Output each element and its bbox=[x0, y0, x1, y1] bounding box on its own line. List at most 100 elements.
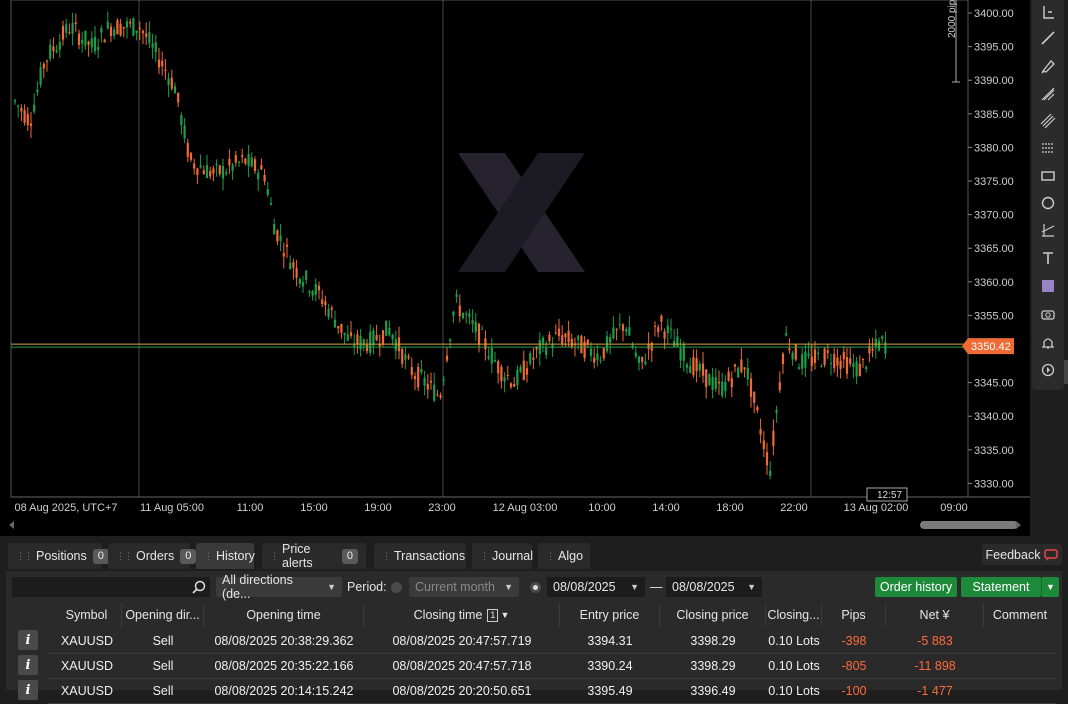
col-comment[interactable]: Comment bbox=[984, 603, 1056, 627]
tool-line[interactable] bbox=[1032, 26, 1064, 50]
candle-body bbox=[839, 360, 842, 369]
candle-body bbox=[497, 361, 500, 374]
col-closing-volume[interactable]: Closing... bbox=[766, 603, 822, 627]
chevron-down-icon: ▼ bbox=[747, 582, 756, 592]
filter-bar: All directions (de... ▼ Period: Current m… bbox=[6, 571, 1062, 601]
tab-algo[interactable]: ⋮ Algo bbox=[538, 543, 590, 569]
candle-body bbox=[465, 313, 468, 315]
tool-fibonacci[interactable] bbox=[1032, 82, 1064, 106]
candle-body bbox=[791, 352, 794, 360]
chart-scrollbar[interactable] bbox=[8, 518, 1022, 530]
cell-closing-time: 08/08/2025 20:47:57.719 bbox=[392, 633, 532, 648]
cell-comment bbox=[984, 653, 1056, 678]
candle-body bbox=[676, 336, 679, 347]
order-history-button[interactable]: Order history bbox=[875, 577, 957, 597]
col-entry-price[interactable]: Entry price bbox=[560, 603, 660, 627]
y-tick-label: 3340.00 bbox=[974, 411, 1014, 423]
tool-camera[interactable] bbox=[1032, 302, 1064, 326]
col-opening-direction[interactable]: Opening dir... bbox=[122, 603, 204, 627]
candle-body bbox=[471, 320, 474, 324]
candle-body bbox=[193, 163, 196, 169]
collapse-handle[interactable] bbox=[1064, 360, 1068, 384]
candle-body bbox=[186, 142, 189, 157]
tab-positions[interactable]: ⋮⋮ Positions 0 bbox=[8, 543, 109, 569]
x-tick-label: 08 Aug 2025, UTC+7 bbox=[14, 502, 117, 514]
price-label: 3350.42 bbox=[971, 341, 1011, 353]
chat-icon bbox=[1044, 548, 1059, 561]
price-chart[interactable]: 3400.00 3395.00 3390.00 3385.00 3380.00 3375.… bbox=[0, 0, 1030, 536]
tab-history[interactable]: ⋮ History bbox=[196, 543, 255, 569]
period-select[interactable]: Current month ▼ bbox=[409, 577, 519, 597]
candle-body bbox=[813, 349, 817, 363]
tool-levels[interactable] bbox=[1032, 136, 1064, 160]
tab-price-alerts[interactable]: ⋮ Price alerts 0 bbox=[262, 542, 366, 570]
candle-body bbox=[199, 165, 202, 168]
y-tick-label: 3375.00 bbox=[974, 176, 1014, 188]
color-icon bbox=[1042, 280, 1054, 292]
x-tick-label: 22:00 bbox=[780, 502, 808, 514]
statement-menu-button[interactable]: ▼ bbox=[1041, 577, 1059, 597]
candle-body bbox=[679, 348, 682, 361]
direction-select[interactable]: All directions (de... ▼ bbox=[216, 573, 342, 601]
x-tick-label: 11:00 bbox=[237, 502, 264, 514]
tool-replay[interactable] bbox=[1032, 358, 1064, 382]
chart-canvas[interactable]: 3400.00 3395.00 3390.00 3385.00 3380.00 3375.… bbox=[0, 0, 1030, 536]
candle-body bbox=[842, 351, 845, 360]
candle-body bbox=[660, 315, 663, 322]
statement-button[interactable]: Statement bbox=[961, 577, 1041, 597]
candle-body bbox=[474, 321, 477, 333]
candle-body bbox=[205, 165, 209, 178]
x-tick-label: 23:00 bbox=[428, 502, 456, 514]
candle-body bbox=[618, 324, 621, 326]
candle-body bbox=[532, 357, 535, 360]
tab-journal[interactable]: ⋮ Journal bbox=[472, 543, 533, 569]
candle-body bbox=[33, 104, 36, 112]
candle-body bbox=[404, 354, 407, 360]
candle-body bbox=[577, 335, 580, 340]
period-radio[interactable] bbox=[391, 577, 405, 597]
cell-closing-volume: 0.10 Lots bbox=[768, 658, 820, 673]
tool-circle[interactable] bbox=[1032, 191, 1064, 215]
candle-body bbox=[612, 327, 615, 339]
tool-measure[interactable] bbox=[1032, 218, 1064, 242]
y-tick-label: 3355.00 bbox=[974, 310, 1014, 322]
cell-opening-direction: Sell bbox=[152, 658, 174, 673]
candle-body bbox=[170, 77, 173, 89]
tool-color[interactable] bbox=[1032, 274, 1064, 298]
candle-body bbox=[269, 203, 273, 205]
date-from-picker[interactable]: 08/08/2025 ▼ bbox=[547, 577, 645, 597]
candle-body bbox=[721, 381, 724, 396]
info-icon[interactable]: i bbox=[18, 630, 38, 650]
search-input[interactable] bbox=[12, 577, 210, 597]
tool-anchor[interactable] bbox=[1032, 0, 1064, 24]
tool-pen[interactable] bbox=[1032, 54, 1064, 78]
candle-body bbox=[234, 155, 237, 163]
candle-body bbox=[685, 364, 689, 368]
col-opening-time[interactable]: Opening time bbox=[204, 603, 364, 627]
tool-text[interactable] bbox=[1032, 246, 1064, 270]
date-to-picker[interactable]: 08/08/2025 ▼ bbox=[666, 577, 762, 597]
tool-pitchfork[interactable] bbox=[1032, 109, 1064, 133]
line-icon bbox=[1041, 31, 1055, 45]
info-icon[interactable]: i bbox=[18, 655, 38, 675]
col-closing-time[interactable]: Closing time 1 ▼ bbox=[364, 603, 560, 627]
date-range-radio[interactable] bbox=[530, 577, 544, 597]
tool-alert[interactable] bbox=[1032, 331, 1064, 355]
candle-body bbox=[861, 358, 865, 361]
col-net[interactable]: Net ¥ bbox=[886, 603, 984, 627]
candle-body bbox=[20, 107, 23, 112]
candle-body bbox=[810, 356, 813, 366]
candle-body bbox=[429, 380, 433, 383]
info-icon[interactable]: i bbox=[18, 680, 38, 700]
col-pips[interactable]: Pips bbox=[822, 603, 886, 627]
candle-body bbox=[52, 46, 55, 51]
candle-body bbox=[804, 351, 807, 368]
pitchfork-icon bbox=[1040, 113, 1056, 129]
tab-orders[interactable]: ⋮⋮ Orders 0 bbox=[108, 543, 197, 569]
col-symbol[interactable]: Symbol bbox=[52, 603, 122, 627]
y-tick-label: 3345.00 bbox=[974, 378, 1014, 390]
feedback-button[interactable]: Feedback bbox=[982, 544, 1062, 565]
tab-transactions[interactable]: ⋮ Transactions bbox=[374, 543, 466, 569]
tool-rectangle[interactable] bbox=[1032, 164, 1064, 188]
col-closing-price[interactable]: Closing price bbox=[660, 603, 766, 627]
